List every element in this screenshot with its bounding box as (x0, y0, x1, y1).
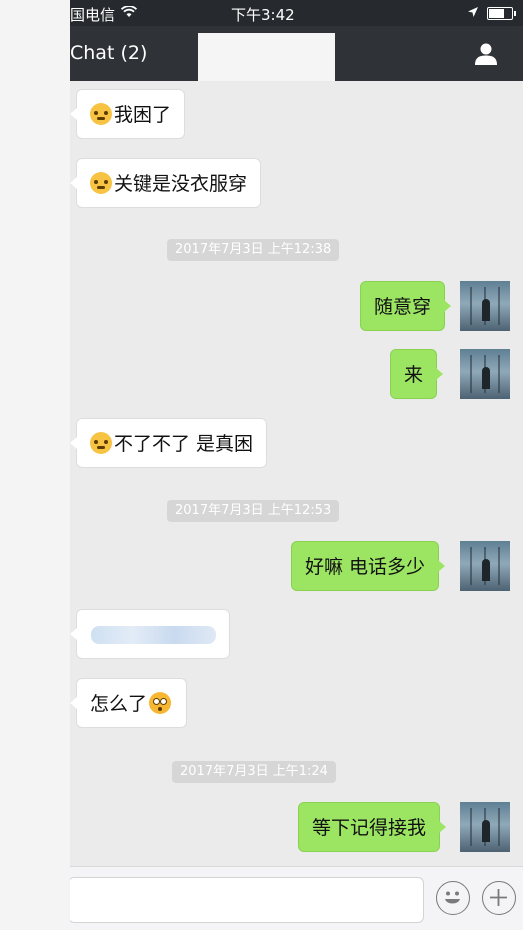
message-bubble-outgoing[interactable]: 等下记得接我 (298, 802, 447, 852)
nav-bar: Chat (2) (70, 26, 523, 81)
message-bubble-incoming[interactable]: 怎么了 (70, 678, 188, 728)
message-text: 等下记得接我 (312, 817, 427, 839)
location-arrow-icon (468, 7, 478, 17)
message-text: 随意穿 (374, 296, 432, 318)
chat-title[interactable]: Chat (2) (70, 42, 147, 64)
tears-of-joy-emoji-icon (90, 103, 112, 125)
message-text: 怎么了 (90, 693, 148, 715)
nav-tab-overlay (198, 33, 335, 81)
tears-of-joy-emoji-icon (90, 432, 112, 454)
avatar[interactable] (460, 349, 510, 399)
message-text: 关键是没衣服穿 (114, 173, 248, 195)
tears-of-joy-emoji-icon (90, 172, 112, 194)
redacted-content (91, 626, 216, 644)
message-bubble-outgoing[interactable]: 随意穿 (360, 281, 452, 331)
message-text: 好嘛 电话多少 (305, 556, 426, 578)
message-text: 来 (404, 364, 424, 386)
battery-icon (487, 7, 516, 20)
status-bar: 国电信 下午3:42 (70, 0, 523, 26)
background-pane (0, 0, 70, 930)
avatar[interactable] (460, 281, 510, 331)
contact-profile-icon[interactable] (474, 42, 498, 66)
timestamp-label: 2017年7月3日 上午12:38 (167, 239, 340, 261)
carrier-label: 国电信 (70, 6, 116, 24)
message-bubble-outgoing[interactable]: 来 (390, 349, 444, 399)
timestamp-label: 2017年7月3日 上午1:24 (172, 761, 336, 783)
input-bar (70, 866, 523, 930)
message-text: 我困了 (114, 104, 172, 126)
flushed-emoji-icon (149, 692, 172, 714)
message-bubble-incoming[interactable]: 我困了 (70, 89, 186, 139)
chat-window: 国电信 下午3:42 Chat (2) 我困了 关键是没衣服穿 2017年7月3… (70, 0, 523, 930)
message-text: 不了不了 是真困 (114, 433, 254, 455)
plus-icon[interactable] (482, 881, 516, 915)
avatar[interactable] (460, 802, 510, 852)
clock-label: 下午3:42 (231, 6, 295, 24)
avatar[interactable] (460, 541, 510, 591)
timestamp-label: 2017年7月3日 上午12:53 (167, 500, 340, 522)
message-bubble-incoming[interactable]: 不了不了 是真困 (70, 418, 268, 468)
emoji-icon[interactable] (436, 881, 470, 915)
message-bubble-redacted[interactable] (70, 609, 230, 659)
message-bubble-outgoing[interactable]: 好嘛 电话多少 (291, 541, 446, 591)
message-bubble-incoming[interactable]: 关键是没衣服穿 (70, 158, 262, 208)
message-input[interactable] (70, 877, 424, 923)
wifi-icon (121, 6, 137, 17)
